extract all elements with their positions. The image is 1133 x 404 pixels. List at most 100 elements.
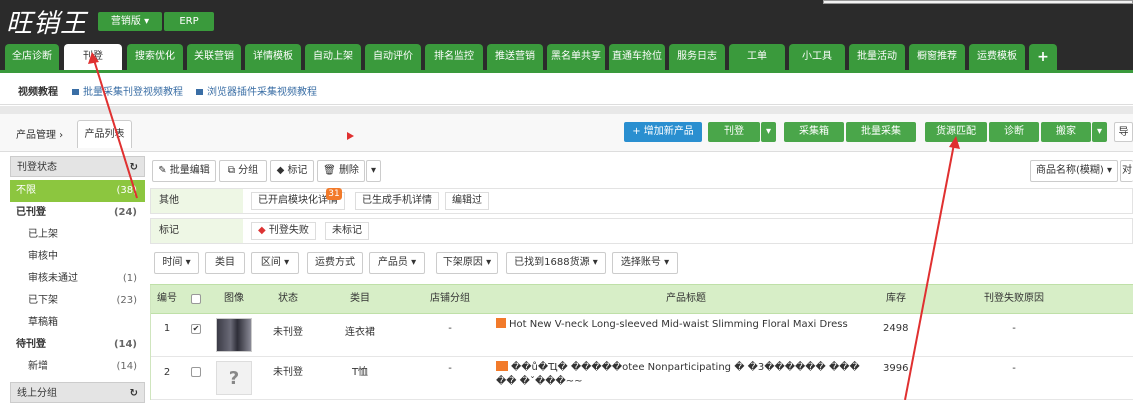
- tab-shipping-template[interactable]: 运费模板: [969, 44, 1025, 70]
- cell-no: 2: [163, 367, 171, 378]
- chip-unmarked[interactable]: 未标记: [325, 222, 369, 240]
- sort-field-select[interactable]: 商品名称(模糊) ▾: [1030, 160, 1118, 182]
- cell-title[interactable]: ��ů�Ҵ� �����otee Nonparticipating � �3��…: [496, 361, 876, 389]
- image-placeholder-icon[interactable]: ?: [216, 361, 252, 395]
- cell-status: 未刊登: [273, 327, 303, 338]
- filter-range[interactable]: 区间 ▾: [251, 252, 299, 274]
- toolbar-more-caret[interactable]: ▾: [366, 160, 381, 182]
- breadcrumb-product-management[interactable]: 产品管理 ›: [16, 126, 63, 141]
- select-all-checkbox[interactable]: [191, 294, 201, 304]
- filter-time[interactable]: 时间 ▾: [154, 252, 199, 274]
- sidebar-item-drafts[interactable]: 草稿箱: [10, 312, 145, 334]
- move-dropdown-caret[interactable]: ▾: [1092, 122, 1107, 142]
- col-fail-reason: 刊登失败原因: [984, 293, 1044, 304]
- erp-button[interactable]: ERP: [164, 12, 214, 31]
- tab-add-button[interactable]: +: [1029, 44, 1057, 70]
- product-title[interactable]: ��ů�Ҵ� �����otee Nonparticipating � �3��…: [496, 362, 860, 387]
- chip-publish-failed[interactable]: ◆ 刊登失败: [251, 222, 316, 240]
- sidebar-item-label: 新增: [28, 361, 48, 372]
- tab-batch-activity[interactable]: 批量活动: [849, 44, 905, 70]
- group-icon: ⧉: [227, 165, 239, 176]
- table-row[interactable]: 1 ✔ 未刊登 连衣裙 - Hot New V-neck Long-sleeve…: [150, 315, 1133, 357]
- sidebar-item-label: 审核未通过: [28, 273, 78, 284]
- tab-search-optimize[interactable]: 搜索优化: [127, 44, 183, 70]
- tab-store-diagnose[interactable]: 全店诊断: [5, 44, 59, 70]
- filter-category[interactable]: 类目: [205, 252, 245, 274]
- export-button[interactable]: 导: [1114, 122, 1133, 142]
- sidebar-item-count: (14): [113, 339, 137, 350]
- tab-express-bid[interactable]: 直通车抢位: [609, 44, 665, 70]
- cell-category: 连衣裙: [345, 327, 375, 338]
- tab-publish[interactable]: 刊登: [64, 44, 122, 70]
- tab-detail-template[interactable]: 详情模板: [245, 44, 301, 70]
- cell-checkbox[interactable]: ✔: [184, 323, 208, 334]
- sidebar-item-all[interactable]: 不限 (38): [10, 180, 145, 202]
- sidebar-item-pending[interactable]: 待刊登 (14): [10, 334, 145, 356]
- trash-icon: 🗑: [323, 165, 339, 176]
- tab-service-log[interactable]: 服务日志: [669, 44, 725, 70]
- cell-checkbox[interactable]: [184, 367, 208, 380]
- col-stock: 库存: [886, 293, 906, 304]
- sidebar-item-review-failed[interactable]: 审核未通过 (1): [10, 268, 145, 290]
- tab-push-marketing[interactable]: 推送营销: [487, 44, 543, 70]
- sidebar-item-count: (14): [116, 361, 137, 372]
- delete-button[interactable]: 🗑 删除: [317, 160, 365, 182]
- tab-auto-list[interactable]: 自动上架: [305, 44, 361, 70]
- collect-box-button[interactable]: 采集箱: [784, 122, 844, 142]
- filter-offshelf-reason[interactable]: 下架原因 ▾: [436, 252, 498, 274]
- group-button[interactable]: ⧉ 分组: [219, 160, 267, 182]
- source-match-button[interactable]: 货源匹配: [925, 122, 987, 142]
- filter-account[interactable]: 选择账号 ▾: [612, 252, 678, 274]
- col-select-all[interactable]: [184, 285, 208, 313]
- version-dropdown[interactable]: 营销版 ▾: [98, 12, 162, 31]
- cell-title[interactable]: Hot New V-neck Long-sleeved Mid-waist Sl…: [496, 318, 876, 330]
- tab-ticket[interactable]: 工单: [729, 44, 785, 70]
- filter-shipping[interactable]: 运费方式: [307, 252, 363, 274]
- batch-edit-label: 批量编辑: [169, 165, 210, 176]
- publish-dropdown-caret[interactable]: ▾: [761, 122, 776, 142]
- tab-window-recommend[interactable]: 橱窗推荐: [909, 44, 965, 70]
- breadcrumb-product-list-tab[interactable]: 产品列表: [77, 120, 132, 148]
- refresh-icon[interactable]: ↻: [130, 157, 138, 178]
- tab-auto-review[interactable]: 自动评价: [365, 44, 421, 70]
- table-row[interactable]: 2 ? 未刊登 T恤 - ��ů�Ҵ� �����otee Nonpartici…: [150, 357, 1133, 400]
- filter-operator[interactable]: 产品员 ▾: [369, 252, 425, 274]
- mark-label: 标记: [287, 165, 308, 176]
- tab-related-marketing[interactable]: 关联营销: [187, 44, 241, 70]
- refresh-icon[interactable]: ↻: [130, 383, 138, 404]
- sidebar-item-label: 审核中: [28, 251, 58, 262]
- sidebar-item-on-shelf[interactable]: 已上架: [10, 224, 145, 246]
- filter-1688-source[interactable]: 已找到1688货源 ▾: [506, 252, 606, 274]
- sidebar-item-reviewing[interactable]: 审核中: [10, 246, 145, 268]
- video-link-batch[interactable]: 批量采集刊登视频教程: [72, 83, 183, 98]
- sidebar-item-off-shelf[interactable]: 已下架 (23): [10, 290, 145, 312]
- video-link-plugin[interactable]: 浏览器插件采集视频教程: [196, 83, 317, 98]
- tab-rank-monitor[interactable]: 排名监控: [425, 44, 483, 70]
- diagnose-button[interactable]: 诊断: [989, 122, 1039, 142]
- chip-edited[interactable]: 编辑过: [445, 192, 489, 210]
- separator-band: [0, 106, 1133, 114]
- sidebar-item-new[interactable]: 新增 (14): [10, 356, 145, 378]
- tab-tools[interactable]: 小工具: [789, 44, 845, 70]
- top-search-box[interactable]: [823, 0, 1133, 4]
- mark-button[interactable]: ◆ 标记: [270, 160, 314, 182]
- move-button[interactable]: 搬家: [1041, 122, 1091, 142]
- status-header-label: 刊登状态: [17, 162, 57, 173]
- product-thumbnail[interactable]: [216, 318, 252, 352]
- row-checkbox[interactable]: [191, 367, 201, 377]
- search-input-cut[interactable]: 对: [1120, 160, 1133, 182]
- publish-button[interactable]: 刊登: [708, 122, 760, 142]
- col-category: 类目: [350, 293, 370, 304]
- batch-edit-button[interactable]: ✎ 批量编辑: [152, 160, 216, 182]
- top-bar: 旺销王 营销版 ▾ ERP: [0, 0, 1133, 40]
- row-checkbox[interactable]: ✔: [191, 324, 201, 334]
- product-title[interactable]: Hot New V-neck Long-sleeved Mid-waist Sl…: [509, 319, 848, 330]
- add-product-button[interactable]: + 增加新产品: [624, 122, 702, 142]
- edit-icon: ✎: [158, 165, 170, 176]
- tab-blacklist-share[interactable]: 黑名单共享: [547, 44, 605, 70]
- online-group-label: 线上分组: [17, 388, 57, 399]
- batch-collect-button[interactable]: 批量采集: [846, 122, 916, 142]
- chip-mobile-detail[interactable]: 已生成手机详情: [355, 192, 439, 210]
- col-store-group: 店铺分组: [430, 293, 470, 304]
- sidebar-item-published[interactable]: 已刊登 (24): [10, 202, 145, 224]
